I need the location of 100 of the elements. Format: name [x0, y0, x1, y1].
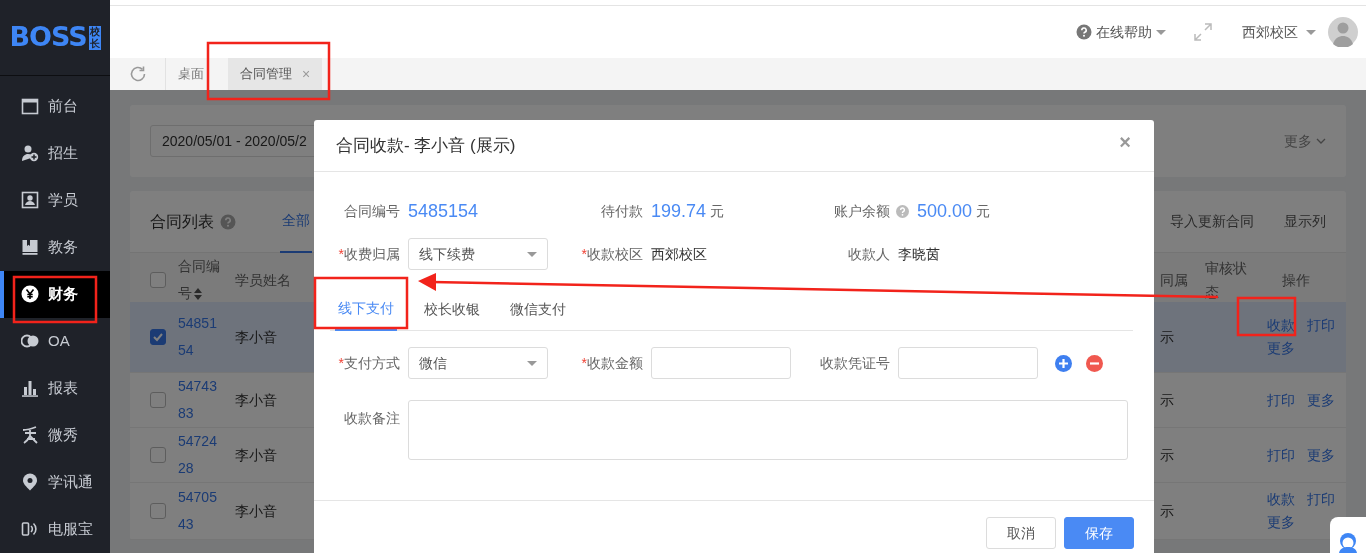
- annotation-box: [1236, 296, 1297, 337]
- more-dropdown[interactable]: 更多: [1284, 130, 1326, 152]
- sort-icon: [194, 288, 202, 301]
- amount-value: 5485154: [408, 199, 479, 223]
- dialog-button[interactable]: 保存: [1064, 517, 1134, 549]
- campus-menu[interactable]: 西郊校区: [1242, 21, 1316, 43]
- action-link[interactable]: 更多: [1307, 388, 1335, 412]
- caret-icon: [527, 251, 537, 257]
- input-field[interactable]: [651, 347, 791, 379]
- list-title: 合同列表: [150, 211, 214, 232]
- logo: BOSS: [9, 20, 87, 55]
- field-label: 收款备注: [343, 409, 400, 428]
- sidebar-item[interactable]: 财务: [0, 270, 110, 318]
- field-value: 西郊校区: [651, 244, 707, 264]
- action-link[interactable]: 打印: [1267, 443, 1295, 467]
- tab[interactable]: 线下支付: [335, 287, 397, 331]
- table-cell-text: 李小音: [235, 445, 278, 465]
- field-label: *收款金额: [580, 353, 643, 373]
- field-label: 收款凭证号: [820, 353, 890, 373]
- table-cell-text: 李小音: [235, 501, 278, 521]
- checkbox[interactable]: [150, 503, 166, 519]
- checkbox[interactable]: [150, 392, 166, 408]
- sidebar-item[interactable]: 教务: [0, 223, 110, 271]
- sidebar-item[interactable]: OA: [0, 317, 110, 365]
- select-field[interactable]: 微信: [408, 347, 548, 379]
- table-cell-text: 李小音: [235, 327, 278, 347]
- close-button[interactable]: ×: [1113, 126, 1137, 158]
- action-link[interactable]: 收款: [1267, 314, 1295, 337]
- contract-link[interactable]: 5470543: [178, 484, 222, 538]
- amount-value: 199.74: [651, 199, 707, 223]
- brush-logo-icon: [21, 426, 39, 445]
- toolbar-link[interactable]: 导入更新合同: [1170, 211, 1254, 232]
- sidebar-item[interactable]: 招生: [0, 129, 110, 177]
- expand-icon[interactable]: [1194, 23, 1212, 41]
- dialog-button[interactable]: 取消: [986, 517, 1056, 549]
- refresh-icon[interactable]: [128, 65, 147, 83]
- field-label: 合同编号: [343, 201, 400, 221]
- contract-link[interactable]: 5474383: [178, 373, 222, 427]
- action-link[interactable]: 更多: [1267, 337, 1295, 360]
- field-label: 待付款: [600, 201, 643, 221]
- field-value: 李晓茵: [898, 244, 940, 264]
- table-cell-text: 示: [1160, 501, 1175, 521]
- action-link[interactable]: 更多: [1307, 443, 1335, 467]
- tab[interactable]: 校长收银: [421, 287, 483, 331]
- action-link[interactable]: 打印: [1307, 488, 1335, 511]
- action-link[interactable]: 收款: [1267, 488, 1295, 511]
- table-cell-text: 李小音: [235, 390, 278, 410]
- field-label: *收款校区: [580, 244, 643, 264]
- add-icon[interactable]: [1055, 354, 1072, 372]
- broadcast-icon: [21, 520, 39, 539]
- field-label: 收款人: [847, 244, 890, 264]
- support-button[interactable]: [1330, 517, 1366, 553]
- sidebar-item[interactable]: 学员: [0, 176, 110, 224]
- checkbox[interactable]: [150, 329, 166, 345]
- caret-icon: [1156, 29, 1166, 35]
- sidebar-item[interactable]: 前台: [0, 82, 110, 130]
- id-card-icon: [21, 191, 39, 210]
- person-add-icon: [21, 144, 39, 163]
- sidebar-item[interactable]: 微秀: [0, 411, 110, 459]
- action-link[interactable]: 打印: [1267, 388, 1295, 412]
- table-cell-text: 示: [1160, 445, 1175, 465]
- calendar-icon: [21, 97, 39, 115]
- book-icon: [21, 238, 39, 257]
- column-header[interactable]: 合同编号: [178, 253, 222, 307]
- location-pin-icon: [21, 473, 39, 492]
- remark-field[interactable]: [408, 400, 1128, 460]
- field-label: 账户余额: [833, 201, 890, 221]
- logo-badge: 校 长: [88, 25, 101, 50]
- contract-link[interactable]: 5472428: [178, 428, 222, 482]
- avatar-icon[interactable]: [1328, 17, 1358, 47]
- action-link[interactable]: 打印: [1307, 314, 1335, 337]
- unit-label: 元: [710, 201, 725, 221]
- caret-icon: [1306, 29, 1316, 35]
- remove-icon[interactable]: [1086, 354, 1103, 372]
- amount-value: 500.00: [917, 199, 973, 223]
- sidebar-item[interactable]: 电服宝: [0, 505, 110, 553]
- input-field[interactable]: [898, 347, 1038, 379]
- page-tab[interactable]: 桌面: [166, 58, 216, 90]
- bar-chart-icon: [21, 379, 39, 398]
- checkbox[interactable]: [150, 272, 166, 288]
- table-cell-text: 示: [1160, 390, 1175, 410]
- field-label: *收费归属: [337, 244, 400, 264]
- checkbox[interactable]: [150, 447, 166, 463]
- chevron-down-icon: [1316, 138, 1326, 144]
- person-icon: [1336, 531, 1360, 553]
- close-tab-icon[interactable]: ×: [302, 63, 311, 85]
- help-icon: [220, 213, 236, 230]
- toolbar-link[interactable]: 显示列: [1284, 211, 1326, 232]
- sidebar-item[interactable]: 学讯通: [0, 458, 110, 506]
- unit-label: 元: [976, 201, 991, 221]
- action-link[interactable]: 更多: [1267, 511, 1295, 534]
- column-header: 操作: [1281, 270, 1311, 290]
- contract-link[interactable]: 5485154: [178, 310, 222, 364]
- caret-icon: [527, 360, 537, 366]
- sidebar-item[interactable]: 报表: [0, 364, 110, 412]
- help-menu[interactable]: 在线帮助: [1076, 21, 1166, 43]
- tab[interactable]: 微信支付: [507, 287, 569, 331]
- table-cell-text: 示: [1160, 327, 1175, 347]
- page-tab[interactable]: 合同管理 ×: [228, 58, 323, 90]
- select-field[interactable]: 线下续费: [408, 238, 548, 270]
